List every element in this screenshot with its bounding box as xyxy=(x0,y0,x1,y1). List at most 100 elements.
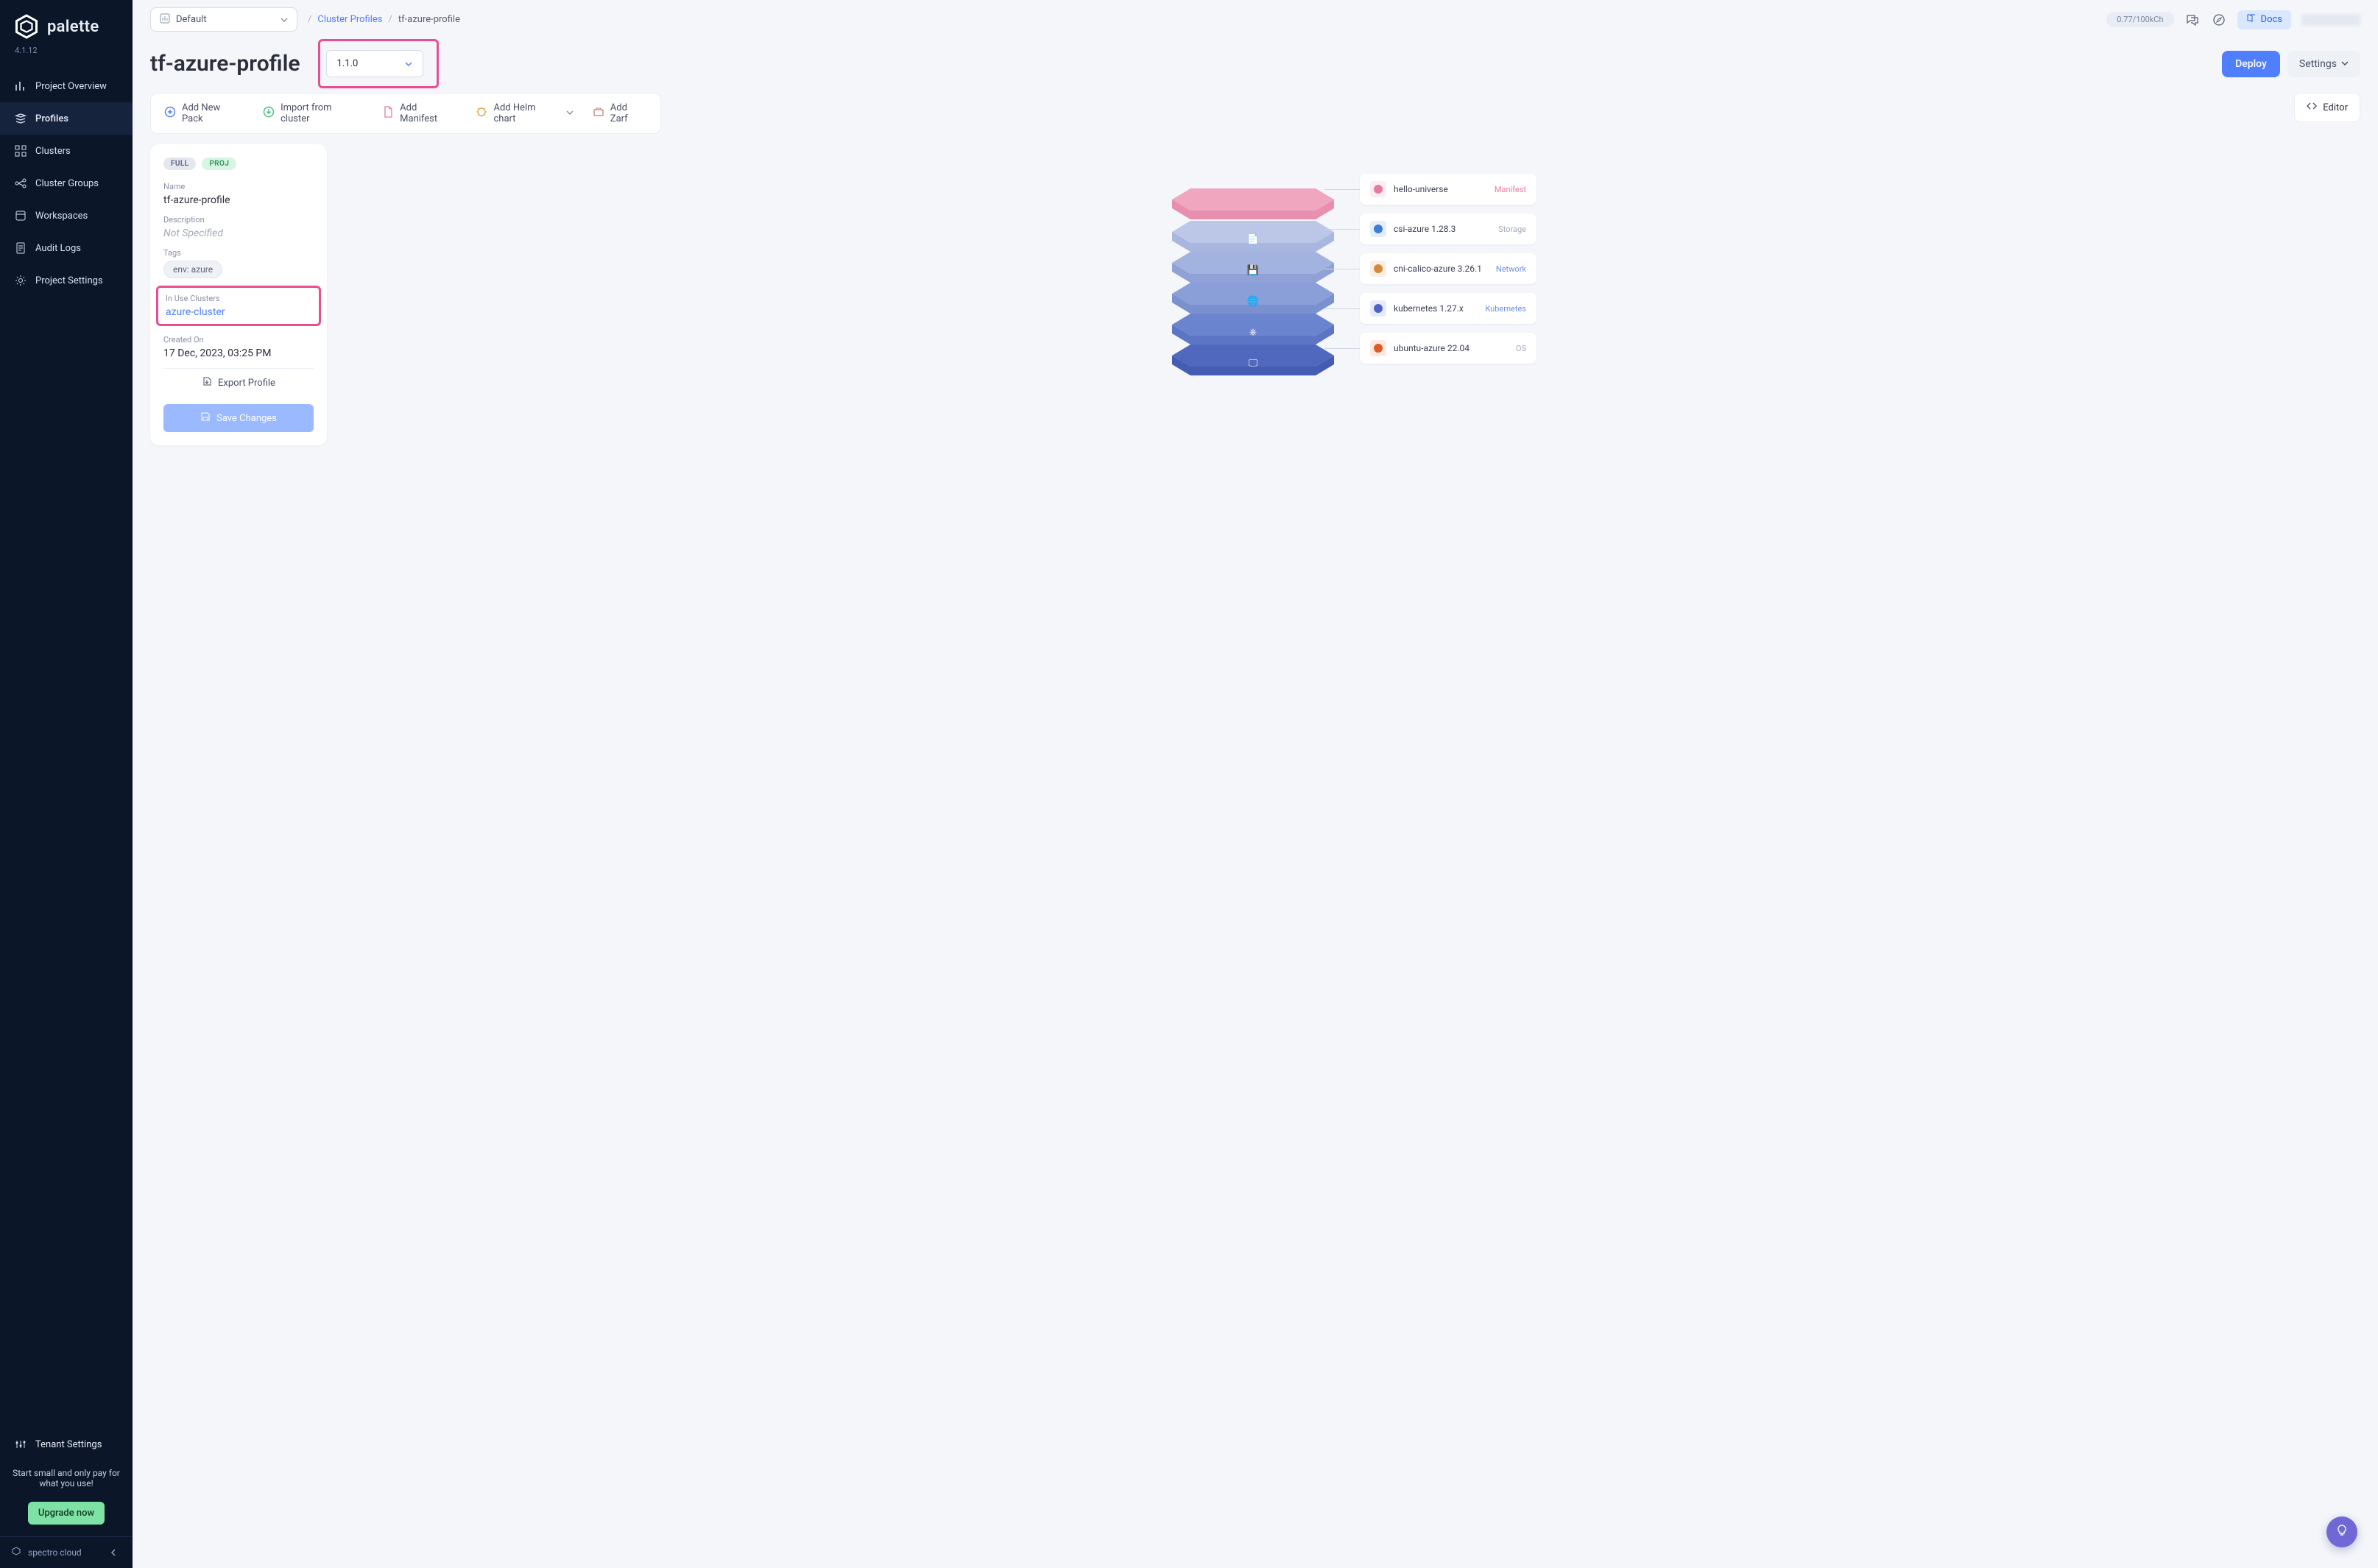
brand-name: palette xyxy=(47,18,99,36)
upgrade-button[interactable]: Upgrade now xyxy=(28,1502,105,1525)
collapse-sidebar-button[interactable] xyxy=(106,1544,122,1561)
pack-name: kubernetes 1.27.x xyxy=(1394,303,1464,314)
content-area: FULL PROJ Name tf-azure-profile Descript… xyxy=(133,144,2378,463)
pack-row[interactable]: csi-azure 1.28.3 Storage xyxy=(1360,213,1536,244)
grid-icon xyxy=(15,145,27,157)
sidebar-item-audit-logs[interactable]: Audit Logs xyxy=(0,232,133,264)
breadcrumb-current: tf-azure-profile xyxy=(398,14,460,25)
export-profile-button[interactable]: Export Profile xyxy=(163,368,314,397)
save-icon xyxy=(200,412,211,425)
pack-type: Manifest xyxy=(1495,185,1526,194)
chart-icon xyxy=(15,80,27,92)
desc-value: Not Specified xyxy=(163,227,314,239)
layers-icon xyxy=(15,113,27,124)
download-circle-icon xyxy=(263,106,275,121)
chevron-down-icon xyxy=(281,13,288,27)
pack-row[interactable]: ubuntu-azure 22.04 OS xyxy=(1360,333,1536,364)
pack-icon xyxy=(1370,300,1386,317)
help-fab[interactable] xyxy=(2326,1516,2357,1547)
version-selector[interactable]: 1.1.0 xyxy=(326,50,423,77)
add-manifest-button[interactable]: Add Manifest xyxy=(382,102,456,124)
credit-badge: 0.77/100kCh xyxy=(2106,12,2173,27)
sliders-icon xyxy=(15,1438,27,1450)
nav-label: Clusters xyxy=(35,146,71,157)
nav-label: Workspaces xyxy=(35,211,88,222)
inuse-highlight-frame: In Use Clusters azure-cluster xyxy=(156,286,321,326)
version-highlight-frame: 1.1.0 xyxy=(318,39,439,88)
name-value: tf-azure-profile xyxy=(163,194,314,206)
log-icon xyxy=(15,242,27,254)
nav-label: Project Overview xyxy=(35,81,107,92)
pack-toolbar: Add New Pack Import from cluster Add Man… xyxy=(150,93,661,134)
app-version: 4.1.12 xyxy=(0,46,133,66)
pack-name: ubuntu-azure 22.04 xyxy=(1394,343,1470,353)
export-icon xyxy=(202,376,212,389)
sidebar-item-workspaces[interactable]: Workspaces xyxy=(0,199,133,232)
version-value: 1.1.0 xyxy=(337,58,359,69)
pack-type: OS xyxy=(1516,344,1526,353)
compass-icon[interactable] xyxy=(2211,12,2227,28)
title-row: tf-azure-profile 1.1.0 Deploy Settings xyxy=(133,39,2378,93)
nodes-icon xyxy=(15,177,27,189)
settings-button[interactable]: Settings xyxy=(2287,51,2360,77)
chat-icon[interactable] xyxy=(2184,12,2201,28)
stack-layer[interactable]: 🖵 xyxy=(1168,337,1338,381)
pack-type: Storage xyxy=(1498,225,1526,234)
project-name: Default xyxy=(176,14,207,25)
sidebar-item-tenant-settings[interactable]: Tenant Settings xyxy=(0,1428,133,1461)
docs-button[interactable]: Docs xyxy=(2237,10,2291,29)
pack-row[interactable]: hello-universe Manifest xyxy=(1360,174,1536,205)
add-pack-button[interactable]: Add New Pack xyxy=(164,102,244,124)
nav-label: Tenant Settings xyxy=(35,1439,102,1450)
pack-type: Kubernetes xyxy=(1485,304,1526,314)
helm-icon xyxy=(476,106,487,121)
pack-name: csi-azure 1.28.3 xyxy=(1394,224,1456,234)
deploy-button[interactable]: Deploy xyxy=(2222,51,2280,77)
import-cluster-button[interactable]: Import from cluster xyxy=(263,102,363,124)
file-icon xyxy=(382,106,394,121)
sidebar-item-cluster-groups[interactable]: Cluster Groups xyxy=(0,167,133,199)
pack-icon xyxy=(1370,181,1386,197)
lightbulb-icon xyxy=(2335,1524,2349,1540)
chevron-down-icon xyxy=(2341,58,2349,70)
nav-label: Cluster Groups xyxy=(35,178,99,189)
gear-icon xyxy=(15,275,27,286)
profile-details-card: FULL PROJ Name tf-azure-profile Descript… xyxy=(150,144,327,445)
desc-label: Description xyxy=(163,215,314,225)
tags-label: Tags xyxy=(163,248,314,258)
add-zarf-button[interactable]: Add Zarf xyxy=(593,102,647,124)
pack-row[interactable]: cni-calico-azure 3.26.1 Network xyxy=(1360,253,1536,284)
sidebar-item-overview[interactable]: Project Overview xyxy=(0,70,133,102)
breadcrumb-link-profiles[interactable]: Cluster Profiles xyxy=(317,14,382,25)
zarf-icon xyxy=(593,106,604,121)
sidebar: palette 4.1.12 Project Overview Profiles… xyxy=(0,0,133,1568)
editor-button[interactable]: Editor xyxy=(2294,93,2360,122)
inuse-cluster-link[interactable]: azure-cluster xyxy=(166,306,311,318)
user-menu[interactable] xyxy=(2301,14,2360,26)
sidebar-footer: spectro cloud xyxy=(0,1536,133,1568)
main-content: Default / Cluster Profiles / tf-azure-pr… xyxy=(133,0,2378,1568)
workspace-icon xyxy=(15,210,27,222)
sidebar-item-clusters[interactable]: Clusters xyxy=(0,135,133,167)
nav-label: Audit Logs xyxy=(35,243,81,254)
save-changes-button[interactable]: Save Changes xyxy=(163,404,314,432)
badge-proj: PROJ xyxy=(202,158,236,170)
layer-stack: 📄 💾 🌐 ⎈ 🖵 xyxy=(1168,181,1338,365)
add-helm-button[interactable]: Add Helm chart xyxy=(476,102,573,124)
project-selector[interactable]: Default xyxy=(150,7,297,32)
footer-brand: spectro cloud xyxy=(10,1546,82,1560)
pack-row[interactable]: kubernetes 1.27.x Kubernetes xyxy=(1360,293,1536,324)
book-icon xyxy=(2246,13,2257,27)
breadcrumb: / Cluster Profiles / tf-azure-profile xyxy=(308,14,460,25)
toolbar-row: Add New Pack Import from cluster Add Man… xyxy=(133,93,2378,144)
pack-icon xyxy=(1370,221,1386,237)
sidebar-nav: Project Overview Profiles Clusters Clust… xyxy=(0,70,133,297)
project-icon xyxy=(160,13,170,27)
created-value: 17 Dec, 2023, 03:25 PM xyxy=(163,347,314,359)
sidebar-item-profiles[interactable]: Profiles xyxy=(0,102,133,135)
topbar: Default / Cluster Profiles / tf-azure-pr… xyxy=(133,0,2378,39)
page-title: tf-azure-profile xyxy=(150,51,300,77)
tag-item: env: azure xyxy=(163,261,222,278)
sidebar-item-project-settings[interactable]: Project Settings xyxy=(0,264,133,297)
logo-icon xyxy=(13,13,40,40)
